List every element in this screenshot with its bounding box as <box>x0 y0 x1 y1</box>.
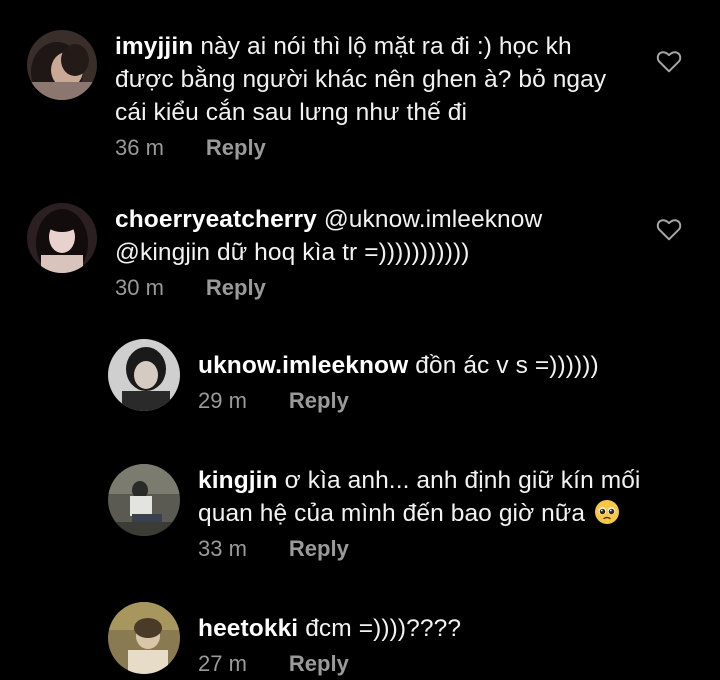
avatar[interactable] <box>27 30 97 100</box>
heart-outline-icon[interactable] <box>656 49 682 73</box>
reply-item: kingjin ơ kìa anh... anh định giữ kín mối… <box>108 464 698 562</box>
reply-item: heetokki đcm =))))???? 27 m Reply <box>108 602 628 677</box>
comment-meta: 30 m Reply <box>115 275 625 301</box>
avatar[interactable] <box>108 602 180 674</box>
username[interactable]: imyjjin <box>115 33 193 60</box>
username[interactable]: heetokki <box>198 615 298 642</box>
timestamp: 30 m <box>115 275 164 300</box>
comment-meta: 36 m Reply <box>115 135 625 161</box>
username[interactable]: choerryeatcherry <box>115 206 317 233</box>
comment-meta: 27 m Reply <box>198 651 628 677</box>
timestamp: 29 m <box>198 388 247 413</box>
username[interactable]: kingjin <box>198 467 278 494</box>
comment-item: imyjjin này ai nói thì lộ mặt ra đi :) họ… <box>27 30 625 161</box>
timestamp: 36 m <box>115 135 164 160</box>
avatar[interactable] <box>108 464 180 536</box>
comment-text: choerryeatcherry @uknow.imleeknow @kingji… <box>115 203 625 269</box>
reply-item: uknow.imleeknow đồn ác v s =)))))) 29 m R… <box>108 339 628 414</box>
comment-meta: 33 m Reply <box>198 536 698 562</box>
comment-message: đcm =))))???? <box>305 615 462 642</box>
reply-button[interactable]: Reply <box>289 536 349 562</box>
reply-button[interactable]: Reply <box>289 651 349 677</box>
comment-text: imyjjin này ai nói thì lộ mặt ra đi :) họ… <box>115 30 625 129</box>
reply-button[interactable]: Reply <box>206 135 266 161</box>
comment-meta: 29 m Reply <box>198 388 628 414</box>
heart-outline-icon[interactable] <box>656 217 682 241</box>
avatar[interactable] <box>27 203 97 273</box>
timestamp: 33 m <box>198 536 247 561</box>
pleading-face-emoji <box>594 499 620 525</box>
comment-text: heetokki đcm =))))???? <box>198 612 628 645</box>
reply-button[interactable]: Reply <box>289 388 349 414</box>
avatar[interactable] <box>108 339 180 411</box>
reply-button[interactable]: Reply <box>206 275 266 301</box>
username[interactable]: uknow.imleeknow <box>198 352 408 379</box>
comment-text: kingjin ơ kìa anh... anh định giữ kín mối… <box>198 464 698 530</box>
timestamp: 27 m <box>198 651 247 676</box>
comment-item: choerryeatcherry @uknow.imleeknow @kingji… <box>27 203 625 301</box>
comment-message: đồn ác v s =)))))) <box>415 352 599 379</box>
comment-text: uknow.imleeknow đồn ác v s =)))))) <box>198 349 628 382</box>
